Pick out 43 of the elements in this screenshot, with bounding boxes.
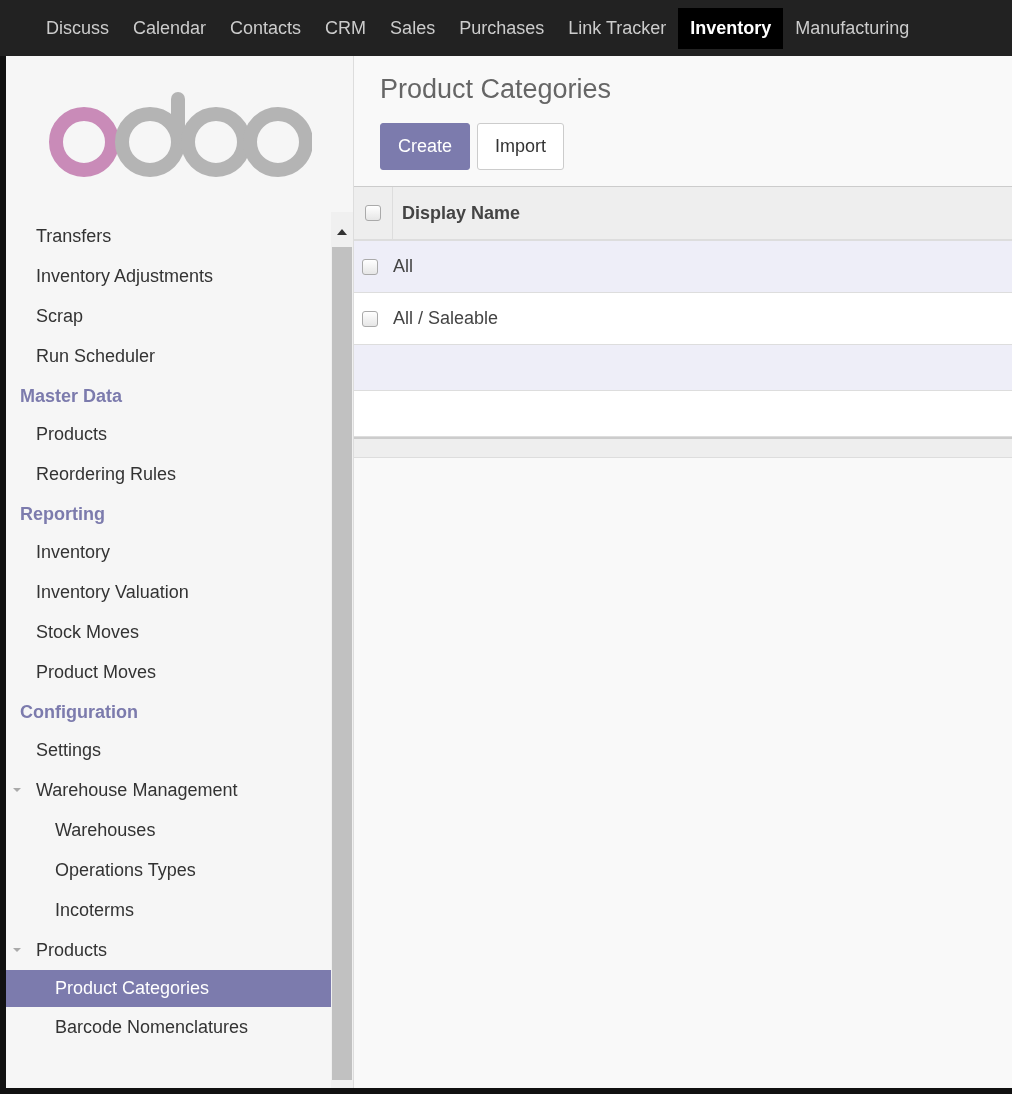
menu-item[interactable]: Operations Types <box>6 850 331 890</box>
menu-tab[interactable]: Contacts <box>218 7 314 49</box>
menu-item[interactable]: Reordering Rules <box>6 454 331 494</box>
menu-item[interactable]: Incoterms <box>6 890 331 930</box>
menu-tab[interactable]: Purchases <box>447 7 557 49</box>
menu-tab[interactable]: Discuss <box>34 7 121 49</box>
menu-item[interactable]: Run Scheduler <box>6 336 331 376</box>
menu-tab[interactable]: Calendar <box>121 7 219 49</box>
menu-item[interactable]: Warehouses <box>6 810 331 850</box>
checkbox[interactable] <box>362 258 378 275</box>
scroll-up-icon[interactable] <box>337 229 347 235</box>
table-cell-text: All / Saleable <box>392 308 499 329</box>
menu-item[interactable]: Products <box>6 930 331 970</box>
menu-item[interactable]: Scrap <box>6 296 331 336</box>
checkbox[interactable] <box>365 205 381 221</box>
menu-item[interactable]: Product Moves <box>6 652 331 692</box>
menu-tab[interactable]: Sales <box>378 7 448 49</box>
caret-icon <box>12 945 22 955</box>
menu-item[interactable]: Transfers <box>6 216 331 256</box>
section-heading: Reporting <box>19 503 106 526</box>
page-title: Product Categories <box>380 74 613 105</box>
menu-item[interactable]: Inventory <box>6 532 331 572</box>
menu-item[interactable]: Inventory Adjustments <box>6 256 331 296</box>
menu-item[interactable]: Warehouse Management <box>6 770 331 810</box>
table-cell-text: All <box>392 256 413 277</box>
menu-tab[interactable]: CRM <box>313 7 379 49</box>
section-heading: Configuration <box>19 701 139 724</box>
menu-item[interactable]: Product Categories <box>6 970 331 1007</box>
menu-item[interactable]: Barcode Nomenclatures <box>6 1007 331 1047</box>
checkbox[interactable] <box>362 310 378 327</box>
logo-icon <box>48 90 312 178</box>
menu-item[interactable]: Products <box>6 414 331 454</box>
menu-item[interactable]: Stock Moves <box>6 612 331 652</box>
menu-tab[interactable]: Manufacturing <box>783 7 922 49</box>
create-button[interactable]: Create <box>380 123 471 170</box>
menu-item[interactable]: Settings <box>6 730 331 770</box>
section-heading: Master Data <box>19 385 124 408</box>
menu-tab[interactable]: Link Tracker <box>556 7 679 49</box>
caret-icon <box>12 785 22 795</box>
menu-tab[interactable]: Inventory <box>678 7 784 49</box>
import-button[interactable]: Import <box>477 123 565 170</box>
menu-item[interactable]: Inventory Valuation <box>6 572 331 612</box>
column-header[interactable]: Display Name <box>393 187 521 239</box>
